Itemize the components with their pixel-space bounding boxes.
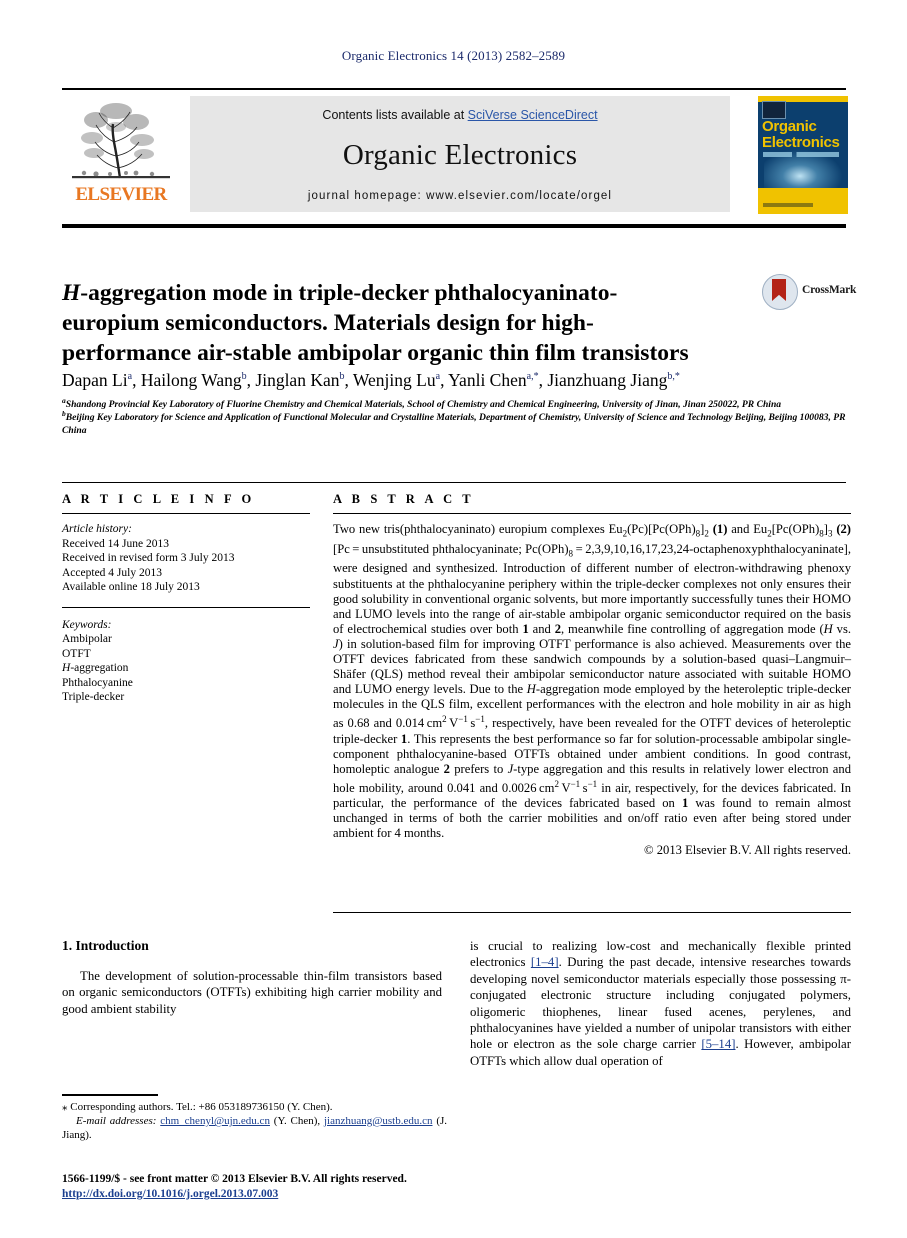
author-3: Wenjing Lua (353, 370, 440, 390)
author-2: Jinglan Kanb (255, 370, 344, 390)
journal-title: Organic Electronics (342, 139, 578, 171)
cover-title-line2: Electronics (762, 134, 840, 151)
banner-bottom-rule (62, 224, 846, 228)
article-info-block: A R T I C L E I N F O Article history: R… (62, 492, 310, 705)
author-name: Jinglan Kan (255, 370, 340, 390)
author-5: Jianzhuang Jiangb,* (547, 370, 680, 390)
banner-center-box: Contents lists available at SciVerse Sci… (190, 96, 730, 212)
elsevier-logo: ELSEVIER (62, 96, 180, 212)
abstract-heading: A B S T R A C T (333, 492, 475, 506)
title-italic-part: H (62, 279, 81, 306)
elsevier-wordmark: ELSEVIER (75, 184, 167, 205)
article-info-heading: A R T I C L E I N F O (62, 492, 255, 506)
intro-paragraph-left: The development of solution-processable … (62, 969, 442, 1016)
affiliation-list: aShandong Provincial Key Laboratory of F… (62, 397, 852, 437)
keywords-rule (62, 606, 310, 608)
author-name: Dapan Li (62, 370, 128, 390)
cover-bottom-band (758, 188, 848, 214)
body-column-right: is crucial to realizing low-cost and mec… (470, 938, 851, 1069)
crossmark-label: CrossMark (802, 284, 857, 296)
title-main-part: -aggregation mode in triple-decker phtha… (62, 279, 689, 366)
author-affil-marker[interactable]: b (339, 371, 344, 382)
author-name: Yanli Chen (448, 370, 527, 390)
keyword-4: Triple-decker (62, 691, 125, 704)
author-affil-marker[interactable]: a (436, 371, 440, 382)
affiliation-text: Shandong Provincial Key Laboratory of Fl… (65, 399, 782, 410)
banner-top-rule (62, 88, 846, 90)
abstract-bottom-rule (333, 912, 851, 914)
keyword-1: OTFT (62, 647, 91, 660)
keywords-block: Keywords: Ambipolar OTFT H-aggregation P… (62, 618, 310, 705)
citation-ref-1-4[interactable]: [1–4] (531, 955, 559, 969)
cover-bottom-text-graphic (763, 203, 813, 207)
abstract-text: Two new tris(phthalocyaninato) europium … (333, 522, 851, 858)
abstract-copyright: © 2013 Elsevier B.V. All rights reserved… (644, 843, 851, 858)
author-affil-marker[interactable]: b (242, 371, 247, 382)
journal-banner: ELSEVIER Contents lists available at Sci… (62, 96, 848, 214)
article-info-rule (62, 513, 310, 515)
author-affil-marker[interactable]: a (128, 371, 132, 382)
email-note: E-mail addresses: chm_chenyl@ujn.edu.cn … (62, 1114, 447, 1142)
contents-prefix: Contents lists available at (322, 108, 468, 122)
email-addresses-label: E-mail addresses: (76, 1115, 157, 1127)
affiliation-text: Beijing Key Laboratory for Science and A… (62, 412, 846, 436)
email-link-chen[interactable]: chm_chenyl@ujn.edu.cn (160, 1115, 270, 1127)
author-name: Hailong Wang (140, 370, 242, 390)
author-affil-marker[interactable]: a,* (527, 371, 539, 382)
intro-paragraph-right: is crucial to realizing low-cost and mec… (470, 938, 851, 1069)
author-0: Dapan Lia (62, 370, 132, 390)
email-link-jiang[interactable]: jianzhuang@ustb.edu.cn (324, 1115, 433, 1127)
history-item-0: Received 14 June 2013 (62, 537, 169, 550)
history-item-1: Received in revised form 3 July 2013 (62, 552, 235, 565)
author-name: Wenjing Lu (352, 370, 436, 390)
keyword-3: Phthalocyanine (62, 676, 133, 689)
article-history-label: Article history: (62, 523, 132, 536)
abstract-block: A B S T R A C T Two new tris(phthalocyan… (333, 492, 851, 859)
article-history-block: Article history: Received 14 June 2013 R… (62, 522, 310, 595)
journal-cover-thumbnail[interactable]: Organic Electronics (758, 96, 848, 214)
page-title: H-aggregation mode in triple-decker phth… (62, 278, 702, 368)
sciencedirect-link[interactable]: SciVerse ScienceDirect (468, 108, 598, 122)
citation-ref-5-14[interactable]: [5–14] (701, 1037, 735, 1051)
footnote-separator-rule (62, 1094, 158, 1096)
crossmark-badge[interactable]: CrossMark (762, 274, 856, 310)
keyword-0: Ambipolar (62, 633, 112, 646)
journal-homepage[interactable]: journal homepage: www.elsevier.com/locat… (190, 190, 730, 202)
cover-title-line1: Organic (762, 118, 817, 135)
author-4: Yanli Chena,* (448, 370, 538, 390)
info-section-top-rule (62, 482, 846, 484)
imprint-line: 1566-1199/$ - see front matter © 2013 El… (62, 1173, 407, 1185)
contents-available-line: Contents lists available at SciVerse Sci… (190, 108, 730, 122)
running-head: Organic Electronics 14 (2013) 2582–2589 (341, 48, 566, 63)
doi-link[interactable]: http://dx.doi.org/10.1016/j.orgel.2013.0… (62, 1188, 278, 1200)
body-column-left: 1. Introduction The development of solut… (62, 938, 442, 1017)
corresponding-author-text: Corresponding authors. Tel.: +86 0531897… (70, 1101, 333, 1113)
cover-badge-icon (762, 101, 786, 119)
author-list: Dapan Lia, Hailong Wangb, Jinglan Kanb, … (62, 370, 680, 390)
history-item-2: Accepted 4 July 2013 (62, 566, 162, 579)
keywords-label: Keywords: (62, 618, 112, 631)
article-page: Organic Electronics 14 (2013) 2582–2589 (0, 0, 907, 1238)
imprint-block: 1566-1199/$ - see front matter © 2013 El… (62, 1172, 482, 1201)
email1-owner: (Y. Chen), (273, 1115, 321, 1127)
footnote-block: ⁎ Corresponding authors. Tel.: +86 05318… (62, 1100, 447, 1142)
elsevier-tree-icon (72, 103, 170, 179)
author-name: Jianzhuang Jiang (547, 370, 668, 390)
cover-subtitle-graphic (763, 152, 839, 157)
corresponding-author-note: ⁎ Corresponding authors. Tel.: +86 05318… (62, 1101, 333, 1113)
affiliation-a: aShandong Provincial Key Laboratory of F… (62, 397, 852, 411)
author-1: Hailong Wangb (141, 370, 247, 390)
author-affil-marker[interactable]: b,* (667, 371, 680, 382)
history-item-3: Available online 18 July 2013 (62, 581, 200, 594)
abstract-rule (333, 513, 851, 515)
section-title-introduction: 1. Introduction (62, 938, 149, 953)
keyword-2: H-aggregation (62, 662, 129, 675)
affiliation-b: bBeijing Key Laboratory for Science and … (62, 410, 852, 437)
